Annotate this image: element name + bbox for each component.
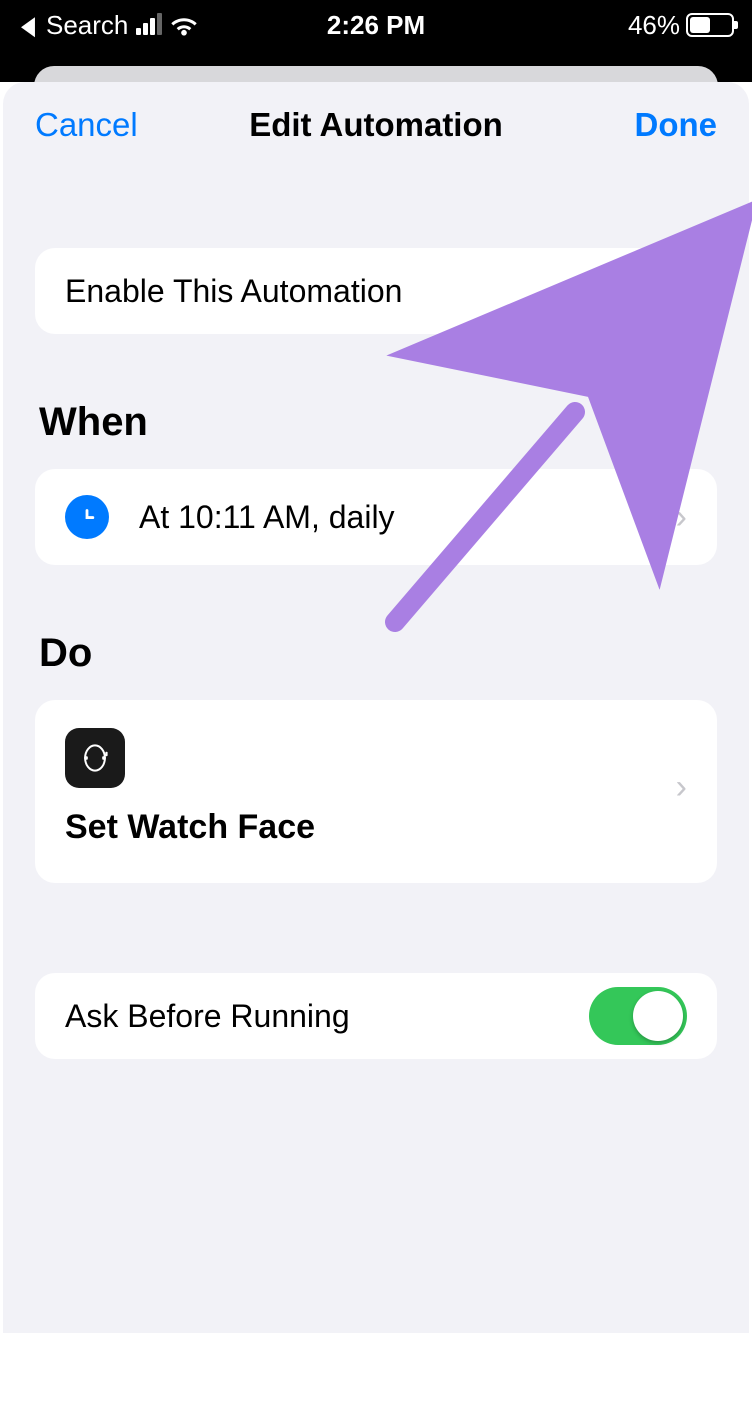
breadcrumb-back-icon[interactable]: ◀	[21, 10, 35, 41]
do-section-header: Do	[39, 631, 717, 676]
wifi-icon	[170, 14, 198, 36]
status-time: 2:26 PM	[327, 10, 425, 41]
edit-automation-sheet: Cancel Edit Automation Done Enable This …	[3, 82, 749, 1333]
ask-before-running-toggle[interactable]	[589, 987, 687, 1045]
cancel-button[interactable]: Cancel	[35, 106, 138, 144]
page-title: Edit Automation	[249, 106, 503, 144]
done-button[interactable]: Done	[635, 106, 718, 144]
breadcrumb-back-label[interactable]: Search	[46, 10, 128, 41]
watch-app-icon	[65, 728, 125, 788]
enable-automation-card: Enable This Automation	[35, 248, 717, 334]
do-action-title: Set Watch Face	[65, 808, 656, 847]
chevron-right-icon: ›	[676, 498, 687, 537]
when-trigger-label: At 10:11 AM, daily	[139, 499, 646, 536]
ask-before-running-label: Ask Before Running	[65, 998, 559, 1035]
sheet-nav-bar: Cancel Edit Automation Done	[3, 82, 749, 168]
when-section-header: When	[39, 400, 717, 445]
battery-icon	[686, 13, 734, 37]
chevron-right-icon: ›	[676, 768, 687, 807]
enable-automation-toggle[interactable]	[589, 262, 687, 320]
enable-automation-label: Enable This Automation	[65, 273, 559, 310]
when-card[interactable]: At 10:11 AM, daily ›	[35, 469, 717, 565]
clock-icon	[65, 495, 109, 539]
cellular-signal-icon	[136, 15, 162, 35]
ask-before-running-card: Ask Before Running	[35, 973, 717, 1059]
status-bar: ◀ Search 2:26 PM 46%	[0, 0, 752, 50]
battery-percent: 46%	[628, 10, 680, 41]
do-card[interactable]: Set Watch Face ›	[35, 700, 717, 883]
